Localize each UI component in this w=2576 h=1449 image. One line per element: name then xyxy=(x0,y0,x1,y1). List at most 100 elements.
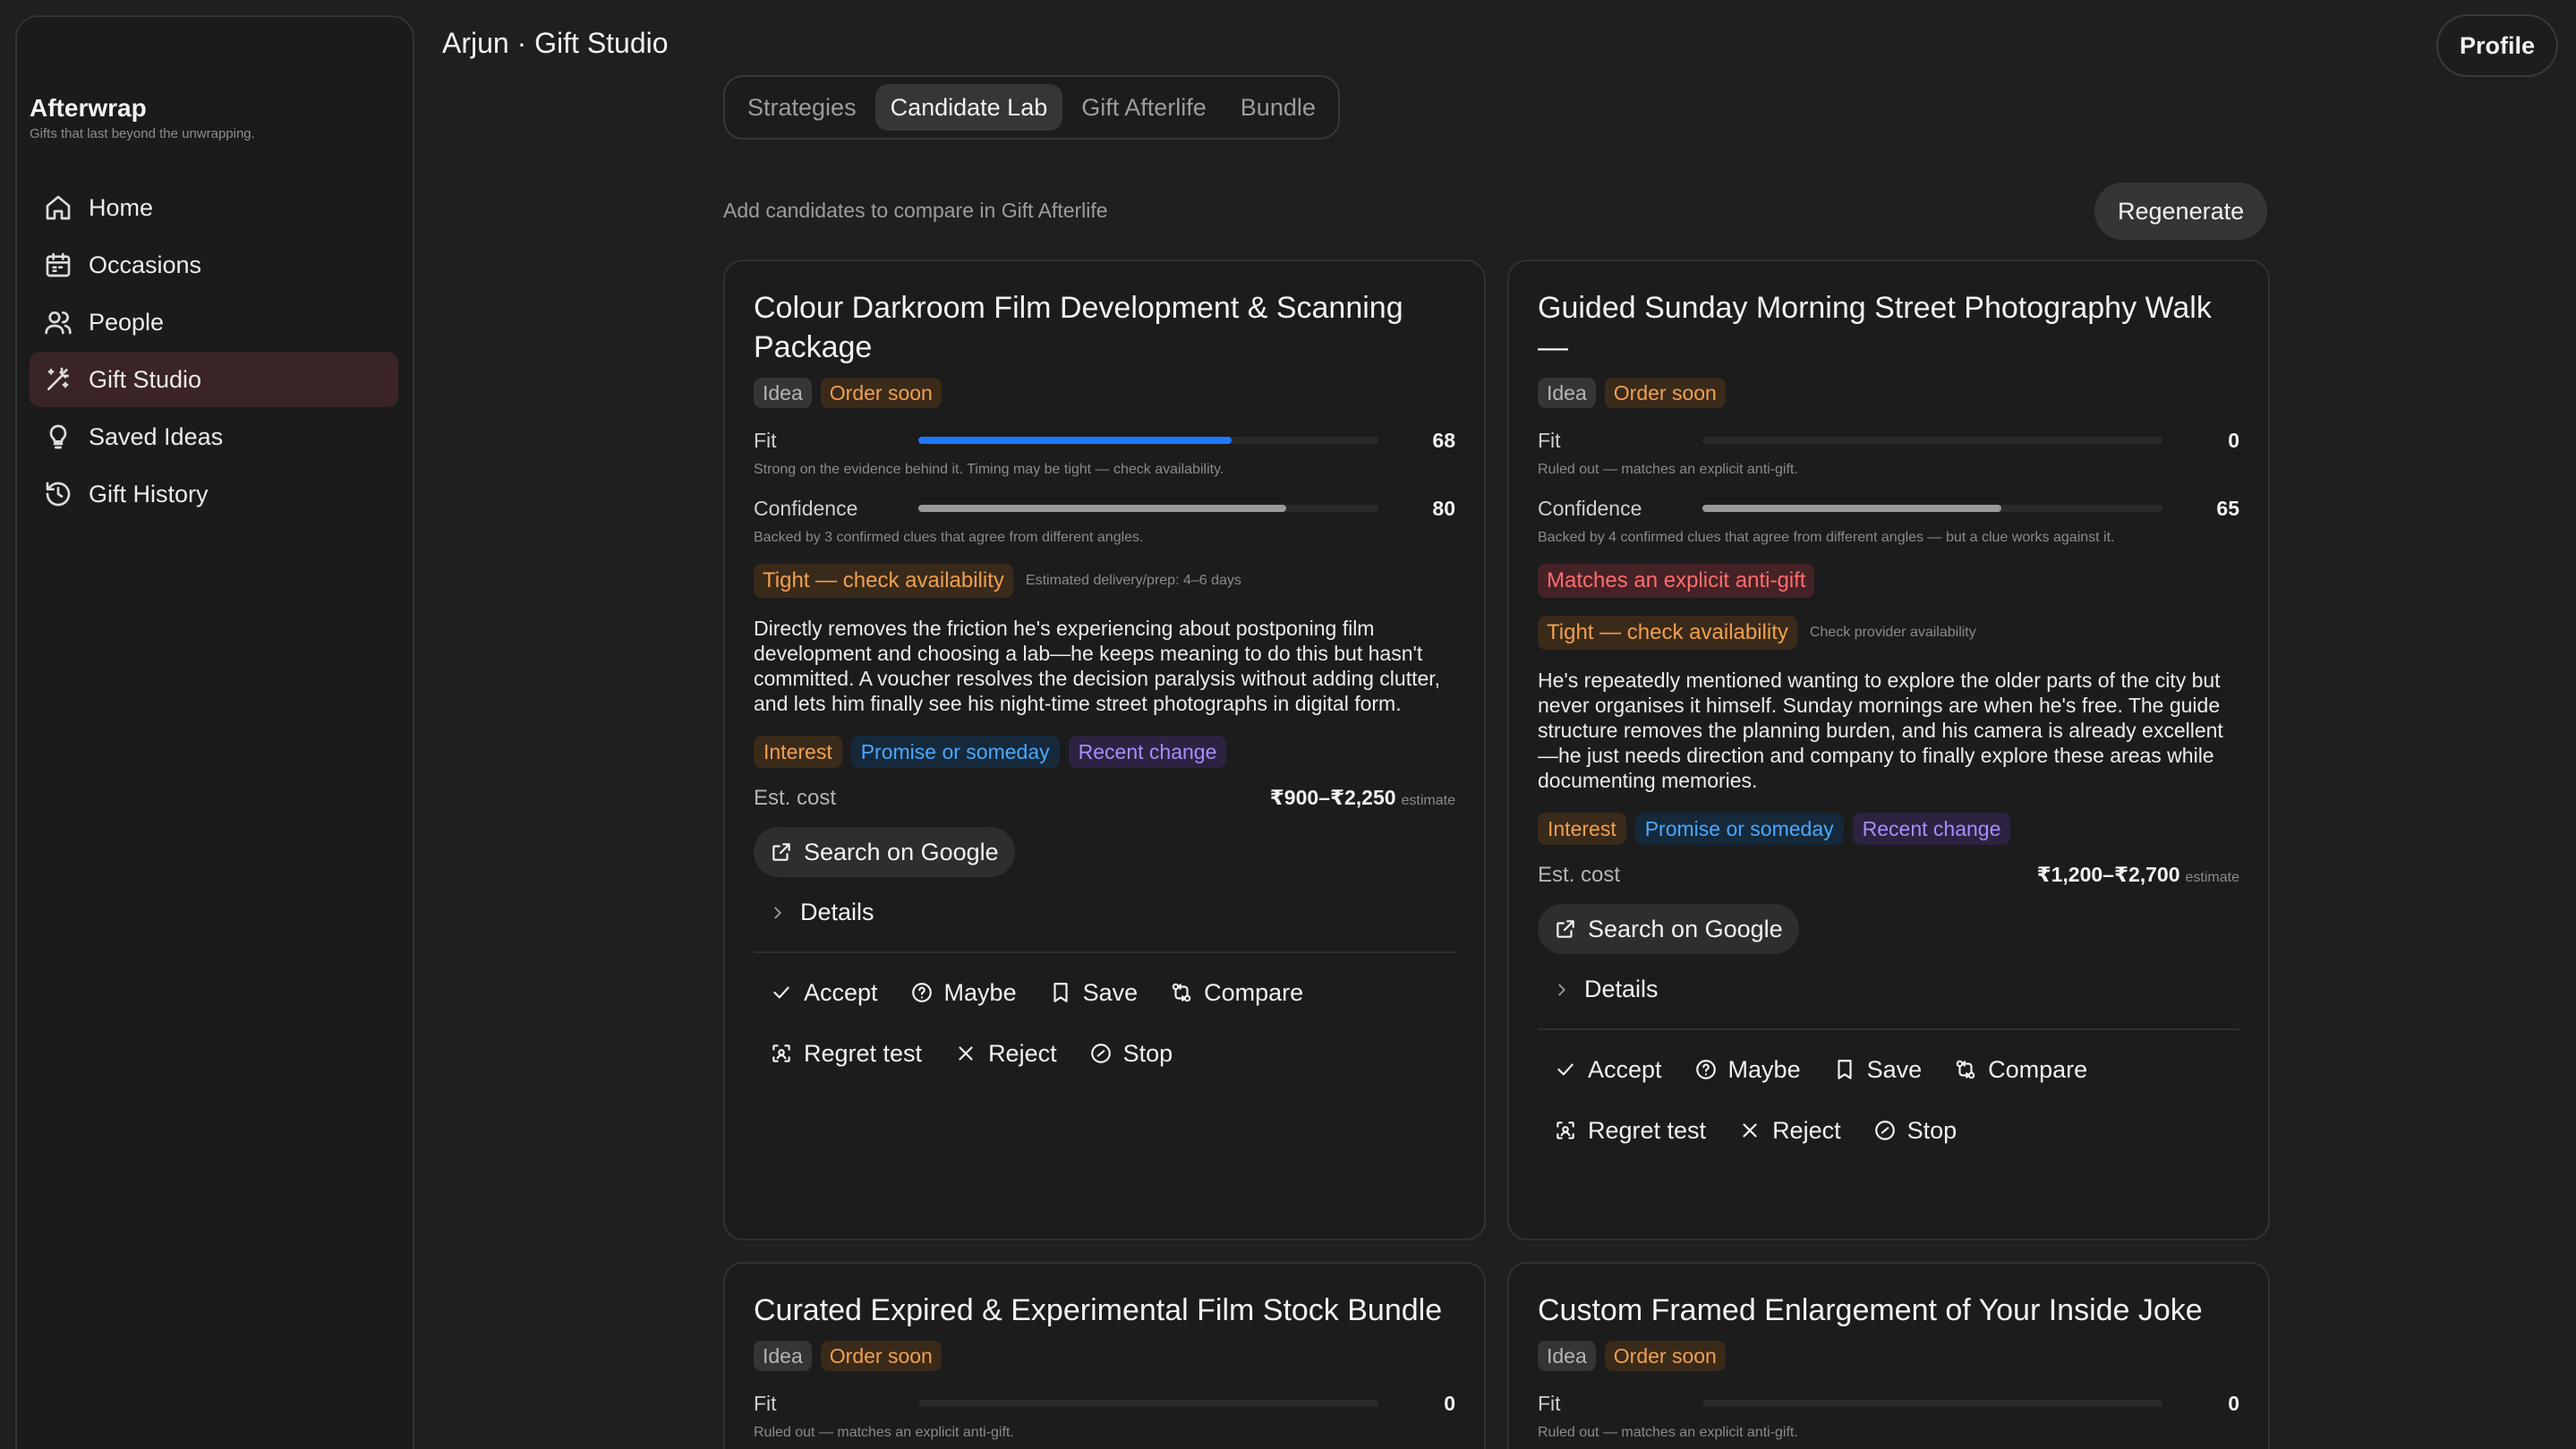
cost-value: ₹900–₹2,250 xyxy=(1269,786,1396,809)
fit-label: Fit xyxy=(1538,1391,1561,1415)
save-label: Save xyxy=(1082,978,1139,1006)
regret-test-button[interactable]: Regret test xyxy=(1538,1107,1722,1154)
fit-note: Ruled out — matches an explicit anti-gif… xyxy=(1538,1425,1798,1440)
cost-label: Est. cost xyxy=(1538,863,1621,887)
fit-metric: Fit 0 xyxy=(754,1387,1455,1419)
confidence-bar-fill xyxy=(1702,505,2002,512)
close-icon xyxy=(1738,1119,1761,1142)
type-badge: Idea xyxy=(1538,378,1596,408)
confidence-label: Confidence xyxy=(754,496,858,520)
fit-value: 0 xyxy=(2228,428,2239,452)
fit-metric: Fit 68 xyxy=(754,424,1455,456)
cost-estimate-note: estimate xyxy=(2185,870,2239,885)
maybe-label: Maybe xyxy=(943,978,1017,1006)
stop-button[interactable]: Stop xyxy=(1857,1107,1974,1154)
fit-note: Ruled out — matches an explicit anti-gif… xyxy=(1538,462,1798,477)
anti-gift-badge: Matches an explicit anti-gift xyxy=(1538,564,1815,598)
ban-icon xyxy=(1089,1042,1113,1065)
search-google-button[interactable]: Search on Google xyxy=(754,827,1015,877)
fit-metric: Fit 0 xyxy=(1538,424,2239,456)
fit-label: Fit xyxy=(754,1391,777,1415)
maybe-label: Maybe xyxy=(1727,1055,1801,1083)
sidebar-item-occasions[interactable]: Occasions xyxy=(30,237,398,293)
confidence-value: 80 xyxy=(1432,496,1455,520)
search-google-label: Search on Google xyxy=(1588,915,1783,942)
external-link-icon xyxy=(1554,917,1577,941)
compare-button[interactable]: Compare xyxy=(1154,969,1319,1016)
details-label: Details xyxy=(1584,976,1659,1002)
timing-badge: Order soon xyxy=(1604,378,1726,408)
card-title: Curated Expired & Experimental Film Stoc… xyxy=(754,1293,1443,1327)
tag-promise: Promise or someday xyxy=(1634,813,1844,845)
profile-button[interactable]: Profile xyxy=(2435,14,2558,77)
save-button[interactable]: Save xyxy=(1033,969,1155,1016)
tag-promise: Promise or someday xyxy=(850,736,1060,768)
lightbulb-icon xyxy=(44,422,73,451)
scan-icon xyxy=(1554,1119,1577,1142)
regret-test-label: Regret test xyxy=(804,1039,923,1067)
availability-badge: Tight — check availability xyxy=(754,564,1013,598)
tab-strategies[interactable]: Strategies xyxy=(732,84,872,131)
fit-value: 0 xyxy=(2228,1391,2239,1415)
sidebar-item-label: Saved Ideas xyxy=(89,422,224,450)
ban-icon xyxy=(1873,1119,1897,1142)
regenerate-button[interactable]: Regenerate xyxy=(2094,183,2268,240)
reject-button[interactable]: Reject xyxy=(938,1030,1073,1077)
fit-bar xyxy=(1702,437,2162,444)
close-icon xyxy=(954,1042,977,1065)
tag-recent-change: Recent change xyxy=(1068,736,1227,768)
history-icon xyxy=(44,480,73,508)
search-google-button[interactable]: Search on Google xyxy=(1538,904,1799,954)
sidebar: Afterwrap Gifts that last beyond the unw… xyxy=(15,15,414,1449)
accept-label: Accept xyxy=(804,978,878,1006)
tab-bundle[interactable]: Bundle xyxy=(1225,84,1331,131)
save-button[interactable]: Save xyxy=(1817,1046,1939,1093)
compare-label: Compare xyxy=(1988,1055,2088,1083)
sidebar-nav: Home Occasions People Gift Studio Saved … xyxy=(30,180,398,524)
sidebar-item-home[interactable]: Home xyxy=(30,180,398,235)
sidebar-item-saved-ideas[interactable]: Saved Ideas xyxy=(30,409,398,465)
home-icon xyxy=(44,193,73,222)
sidebar-item-gift-history[interactable]: Gift History xyxy=(30,466,398,522)
confidence-label: Confidence xyxy=(1538,496,1642,520)
question-circle-icon xyxy=(1694,1058,1718,1081)
magic-wand-icon xyxy=(44,365,73,394)
reject-button[interactable]: Reject xyxy=(1722,1107,1857,1154)
tab-candidate-lab[interactable]: Candidate Lab xyxy=(874,84,1063,131)
card-title: Custom Framed Enlargement of Your Inside… xyxy=(1538,1293,2203,1327)
fit-note: Strong on the evidence behind it. Timing… xyxy=(754,462,1224,477)
details-toggle[interactable]: Details xyxy=(768,899,1455,926)
external-link-icon xyxy=(770,840,793,864)
card-description: Directly removes the friction he's exper… xyxy=(754,617,1441,715)
sidebar-item-people[interactable]: People xyxy=(30,294,398,350)
card-title: Guided Sunday Morning Street Photography… xyxy=(1538,291,2212,364)
tab-gift-afterlife[interactable]: Gift Afterlife xyxy=(1066,84,1222,131)
regret-test-button[interactable]: Regret test xyxy=(754,1030,938,1077)
sidebar-item-label: Gift History xyxy=(89,480,209,507)
divider xyxy=(1538,1028,2239,1030)
timing-note: Estimated delivery/prep: 4–6 days xyxy=(1025,573,1241,588)
accept-button[interactable]: Accept xyxy=(754,969,894,1016)
fit-value: 0 xyxy=(1444,1391,1455,1415)
details-toggle[interactable]: Details xyxy=(1552,976,2239,1003)
maybe-button[interactable]: Maybe xyxy=(1678,1046,1817,1093)
accept-button[interactable]: Accept xyxy=(1538,1046,1678,1093)
stop-button[interactable]: Stop xyxy=(1073,1030,1190,1077)
chevron-right-icon xyxy=(1552,980,1572,1000)
fit-note: Ruled out — matches an explicit anti-gif… xyxy=(754,1425,1014,1440)
confidence-metric: Confidence 80 xyxy=(754,492,1455,524)
sidebar-item-gift-studio[interactable]: Gift Studio xyxy=(30,352,398,407)
confidence-bar xyxy=(1702,505,2162,512)
confidence-metric: Confidence 65 xyxy=(1538,492,2239,524)
compare-label: Compare xyxy=(1204,978,1304,1006)
timing-badge: Order soon xyxy=(820,378,942,408)
sidebar-item-label: People xyxy=(89,308,165,336)
stop-label: Stop xyxy=(1122,1039,1173,1067)
timing-badge: Order soon xyxy=(820,1341,942,1371)
type-badge: Idea xyxy=(754,1341,812,1371)
maybe-button[interactable]: Maybe xyxy=(894,969,1033,1016)
tag-recent-change: Recent change xyxy=(1852,813,2011,845)
compare-button[interactable]: Compare xyxy=(1938,1046,2103,1093)
candidate-card: Custom Framed Enlargement of Your Inside… xyxy=(1507,1262,2270,1449)
compare-hint: Add candidates to compare in Gift Afterl… xyxy=(723,199,1108,222)
